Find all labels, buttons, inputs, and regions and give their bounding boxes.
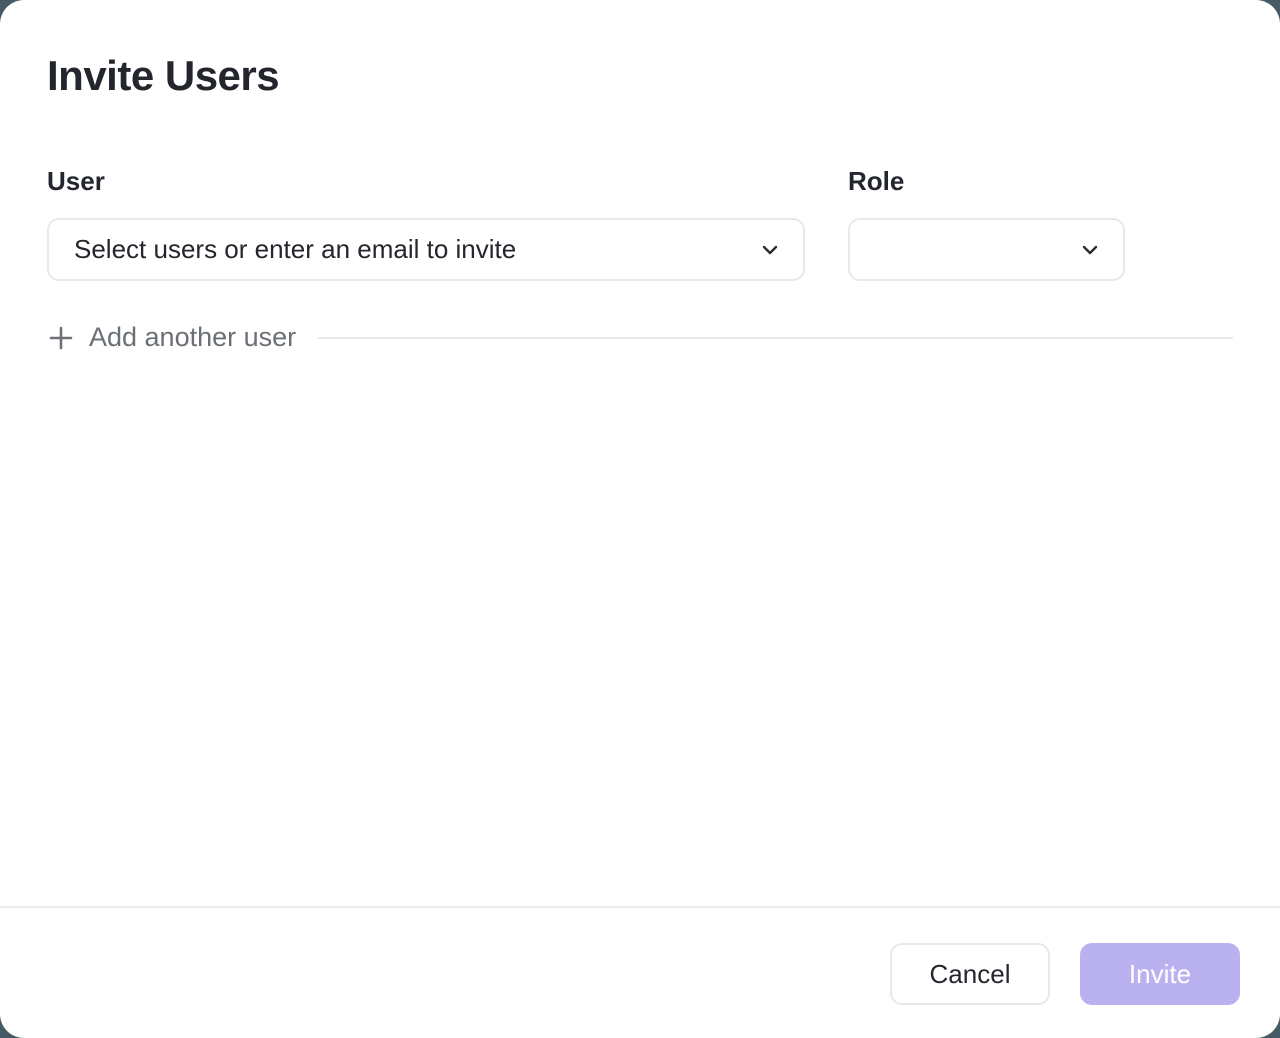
user-select-placeholder: Select users or enter an email to invite bbox=[74, 234, 516, 265]
add-another-user-row: Add another user bbox=[47, 322, 1233, 353]
invite-button[interactable]: Invite bbox=[1080, 943, 1240, 1005]
invite-users-dialog: Invite Users User Select users or enter … bbox=[0, 0, 1280, 1038]
add-another-user-label: Add another user bbox=[89, 322, 296, 353]
plus-icon bbox=[47, 324, 75, 352]
user-select[interactable]: Select users or enter an email to invite bbox=[47, 218, 805, 281]
dialog-footer: Cancel Invite bbox=[0, 906, 1280, 1038]
add-row-divider bbox=[318, 337, 1233, 339]
user-field-label: User bbox=[47, 166, 805, 196]
role-field: Role bbox=[848, 166, 1125, 281]
dialog-body: Invite Users User Select users or enter … bbox=[0, 0, 1280, 906]
role-field-label: Role bbox=[848, 166, 1125, 196]
role-select[interactable] bbox=[848, 218, 1125, 281]
chevron-down-icon bbox=[1079, 239, 1101, 261]
invite-form-row: User Select users or enter an email to i… bbox=[47, 166, 1233, 281]
add-another-user-button[interactable]: Add another user bbox=[47, 322, 296, 353]
cancel-button[interactable]: Cancel bbox=[890, 943, 1050, 1005]
chevron-down-icon bbox=[759, 239, 781, 261]
user-field: User Select users or enter an email to i… bbox=[47, 166, 805, 281]
dialog-title: Invite Users bbox=[47, 52, 1233, 100]
